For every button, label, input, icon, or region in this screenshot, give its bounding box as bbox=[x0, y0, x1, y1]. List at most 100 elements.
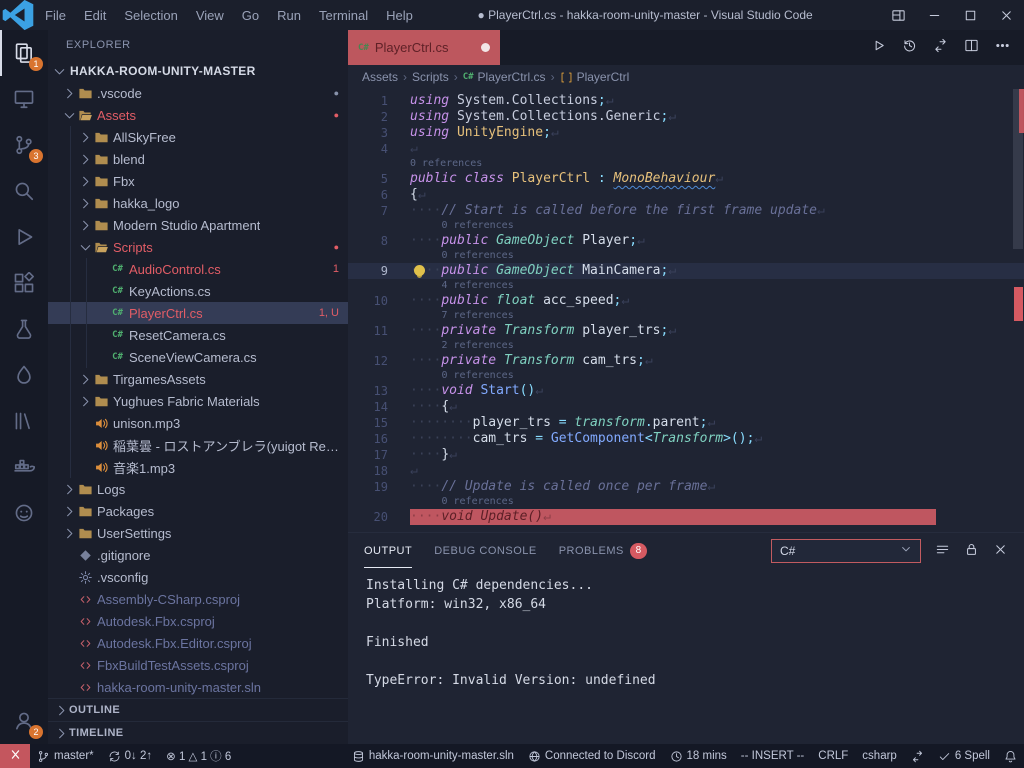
section-timeline[interactable]: TIMELINE bbox=[48, 721, 348, 744]
code-line-3[interactable]: 3using UnityEngine;↵ bbox=[348, 125, 1024, 141]
codelens[interactable]: 7 references bbox=[348, 309, 1024, 323]
tree-item-keyactions.cs[interactable]: C#KeyActions.cs bbox=[48, 280, 348, 302]
tree-item-.gitignore[interactable]: .gitignore bbox=[48, 544, 348, 566]
tree-item-fbxbuildtestassets.csproj[interactable]: FbxBuildTestAssets.csproj bbox=[48, 654, 348, 676]
code-line-6[interactable]: 6{↵ bbox=[348, 187, 1024, 203]
maximize-button[interactable] bbox=[952, 0, 988, 30]
tree-item-sceneviewcamera.cs[interactable]: C#SceneViewCamera.cs bbox=[48, 346, 348, 368]
code-line-19[interactable]: 19····// Update is called once per frame… bbox=[348, 479, 1024, 495]
panel-tab-problems[interactable]: PROBLEMS8 bbox=[559, 533, 647, 568]
code-line-9[interactable]: 9····public GameObject MainCamera;↵ bbox=[348, 263, 1024, 279]
codelens[interactable]: 0 references bbox=[348, 249, 1024, 263]
code-line-1[interactable]: 1using System.Collections;↵ bbox=[348, 93, 1024, 109]
output-content[interactable]: Installing C# dependencies...Platform: w… bbox=[348, 568, 1024, 744]
activity-test-beaker[interactable] bbox=[0, 306, 48, 352]
breadcrumb-playerctrl[interactable]: PlayerCtrl bbox=[560, 70, 630, 84]
panel-tab-output[interactable]: OUTPUT bbox=[364, 533, 412, 568]
tree-item-blend[interactable]: blend bbox=[48, 148, 348, 170]
tree-item-assets[interactable]: Assets● bbox=[48, 104, 348, 126]
code-line-5[interactable]: 5public class PlayerCtrl : MonoBehaviour… bbox=[348, 171, 1024, 187]
menu-view[interactable]: View bbox=[187, 0, 233, 30]
codelens[interactable]: 0 references bbox=[348, 495, 1024, 509]
compare-button[interactable] bbox=[933, 38, 948, 58]
breadcrumb-assets[interactable]: Assets bbox=[362, 70, 398, 84]
modified-dot-icon[interactable] bbox=[481, 43, 490, 52]
activity-extensions[interactable] bbox=[0, 260, 48, 306]
codelens[interactable]: 0 references bbox=[348, 157, 1024, 171]
tree-item-hakka-room-unity-master.sln[interactable]: hakka-room-unity-master.sln bbox=[48, 676, 348, 698]
code-line-8[interactable]: 8····public GameObject Player;↵ bbox=[348, 233, 1024, 249]
tree-item-allskyfree[interactable]: AllSkyFree bbox=[48, 126, 348, 148]
tree-item-.vsconfig[interactable]: .vsconfig bbox=[48, 566, 348, 588]
tree-item-usersettings[interactable]: UserSettings bbox=[48, 522, 348, 544]
close-button[interactable] bbox=[993, 542, 1008, 560]
panel-tab-debug-console[interactable]: DEBUG CONSOLE bbox=[434, 533, 536, 568]
tree-project-root[interactable]: HAKKA-ROOM-UNITY-MASTER bbox=[48, 60, 348, 82]
status-vim-mode[interactable]: -- INSERT -- bbox=[734, 744, 811, 768]
status-language-mode[interactable]: csharp bbox=[855, 744, 904, 768]
breadcrumb-playerctrl.cs[interactable]: C#PlayerCtrl.cs bbox=[463, 70, 546, 84]
menu-edit[interactable]: Edit bbox=[75, 0, 115, 30]
status-spell-checker[interactable]: 6 Spell bbox=[931, 744, 997, 768]
minimize-button[interactable] bbox=[916, 0, 952, 30]
status-sync[interactable]: 0↓ 2↑ bbox=[101, 744, 160, 768]
tree-item-fbx[interactable]: Fbx bbox=[48, 170, 348, 192]
tree-item-1.mp3[interactable]: 音楽1.mp3 bbox=[48, 456, 348, 478]
tree-item-autodesk.fbx.csproj[interactable]: Autodesk.Fbx.csproj bbox=[48, 610, 348, 632]
activity-ai-assistant[interactable] bbox=[0, 490, 48, 536]
tree-item-audiocontrol.cs[interactable]: C#AudioControl.cs1 bbox=[48, 258, 348, 280]
code-line-11[interactable]: 11····private Transform player_trs;↵ bbox=[348, 323, 1024, 339]
code-line-10[interactable]: 10····public float acc_speed;↵ bbox=[348, 293, 1024, 309]
status-eol-sequence[interactable]: CRLF bbox=[811, 744, 855, 768]
codelens[interactable]: 2 references bbox=[348, 339, 1024, 353]
close-button[interactable] bbox=[988, 0, 1024, 30]
tree-item-logs[interactable]: Logs bbox=[48, 478, 348, 500]
remote-indicator[interactable] bbox=[0, 744, 30, 768]
codelens[interactable]: 4 references bbox=[348, 279, 1024, 293]
tree-item-scripts[interactable]: Scripts● bbox=[48, 236, 348, 258]
section-outline[interactable]: OUTLINE bbox=[48, 698, 348, 721]
layout-button[interactable] bbox=[880, 0, 916, 30]
output-channel-select[interactable]: C# bbox=[771, 539, 921, 563]
code-line-17[interactable]: 17····}↵ bbox=[348, 447, 1024, 463]
status-discord[interactable]: Connected to Discord bbox=[521, 744, 663, 768]
activity-accounts[interactable]: 2 bbox=[0, 698, 48, 744]
editor-scrollbar[interactable] bbox=[1012, 89, 1024, 532]
code-line-4[interactable]: 4↵ bbox=[348, 141, 1024, 157]
tree-item-hakka-logo[interactable]: hakka_logo bbox=[48, 192, 348, 214]
code-line-16[interactable]: 16········cam_trs = GetComponent<Transfo… bbox=[348, 431, 1024, 447]
menu-file[interactable]: File bbox=[36, 0, 75, 30]
activity-library[interactable] bbox=[0, 398, 48, 444]
tree-item-.vscode[interactable]: .vscode● bbox=[48, 82, 348, 104]
tree-item-modern-studio-apartment[interactable]: Modern Studio Apartment bbox=[48, 214, 348, 236]
split-editor-button[interactable] bbox=[964, 38, 979, 58]
tree-item-playerctrl.cs[interactable]: C#PlayerCtrl.cs1, U bbox=[48, 302, 348, 324]
status-diagnostics[interactable]: ⊗ 1 △ 1 ⓘ 6 bbox=[159, 744, 238, 768]
activity-remote-explorer[interactable] bbox=[0, 76, 48, 122]
editor-tab-playerctrl.cs[interactable]: C#PlayerCtrl.cs bbox=[348, 30, 500, 65]
breadcrumb-scripts[interactable]: Scripts bbox=[412, 70, 449, 84]
menu-help[interactable]: Help bbox=[377, 0, 422, 30]
tree-item-assembly-csharp.csproj[interactable]: Assembly-CSharp.csproj bbox=[48, 588, 348, 610]
activity-search[interactable] bbox=[0, 168, 48, 214]
status-compare[interactable] bbox=[904, 744, 931, 768]
activity-docker[interactable] bbox=[0, 444, 48, 490]
menu-terminal[interactable]: Terminal bbox=[310, 0, 377, 30]
tree-item-yuigot-rem...[interactable]: 稲葉曇 - ロストアンブレラ(yuigot Rem... bbox=[48, 434, 348, 456]
menu-selection[interactable]: Selection bbox=[115, 0, 186, 30]
history-button[interactable] bbox=[902, 38, 917, 58]
status-time-tracker[interactable]: 18 mins bbox=[663, 744, 734, 768]
tree-item-yughues-fabric-materials[interactable]: Yughues Fabric Materials bbox=[48, 390, 348, 412]
code-line-12[interactable]: 12····private Transform cam_trs;↵ bbox=[348, 353, 1024, 369]
code-line-7[interactable]: 7····// Start is called before the first… bbox=[348, 203, 1024, 219]
code-line-2[interactable]: 2using System.Collections.Generic;↵ bbox=[348, 109, 1024, 125]
tree-item-unison.mp3[interactable]: unison.mp3 bbox=[48, 412, 348, 434]
status-notifications[interactable] bbox=[997, 744, 1024, 768]
list-button[interactable] bbox=[935, 542, 950, 560]
activity-droplet[interactable] bbox=[0, 352, 48, 398]
more-button[interactable] bbox=[995, 38, 1010, 58]
menu-go[interactable]: Go bbox=[233, 0, 268, 30]
codelens[interactable]: 0 references bbox=[348, 369, 1024, 383]
codelens[interactable]: 0 references bbox=[348, 219, 1024, 233]
activity-explorer[interactable]: 1 bbox=[0, 30, 48, 76]
